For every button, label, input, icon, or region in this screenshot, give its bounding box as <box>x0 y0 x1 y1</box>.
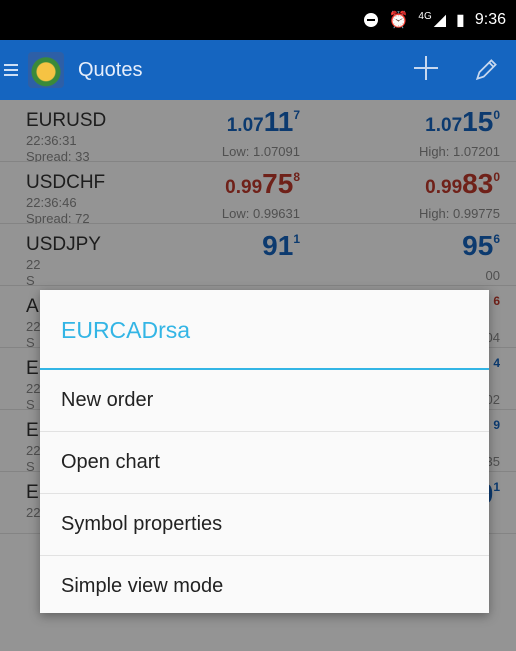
app-logo[interactable] <box>28 52 64 88</box>
open-chart-option[interactable]: Open chart <box>40 432 489 494</box>
do-not-disturb-icon <box>364 13 379 27</box>
add-symbol-icon[interactable] <box>412 54 440 82</box>
battery-icon: ▮ <box>456 12 465 29</box>
status-bar: ⏰ 4G ◢ ▮ 9:36 <box>0 0 516 40</box>
new-order-option[interactable]: New order <box>40 370 489 432</box>
symbol-context-menu: EURCADrsa New order Open chart Symbol pr… <box>40 290 489 613</box>
alarm-icon: ⏰ <box>388 12 409 29</box>
clock: 9:36 <box>474 11 506 28</box>
app-bar: Quotes <box>0 40 516 100</box>
network-type: 4G <box>418 10 432 22</box>
signal-icon: ◢ <box>433 12 447 29</box>
dialog-title: EURCADrsa <box>40 290 489 370</box>
simple-view-mode-option[interactable]: Simple view mode <box>40 556 489 617</box>
symbol-properties-option[interactable]: Symbol properties <box>40 494 489 556</box>
edit-icon[interactable] <box>474 56 500 82</box>
menu-icon[interactable] <box>4 64 18 76</box>
page-title: Quotes <box>78 58 143 81</box>
